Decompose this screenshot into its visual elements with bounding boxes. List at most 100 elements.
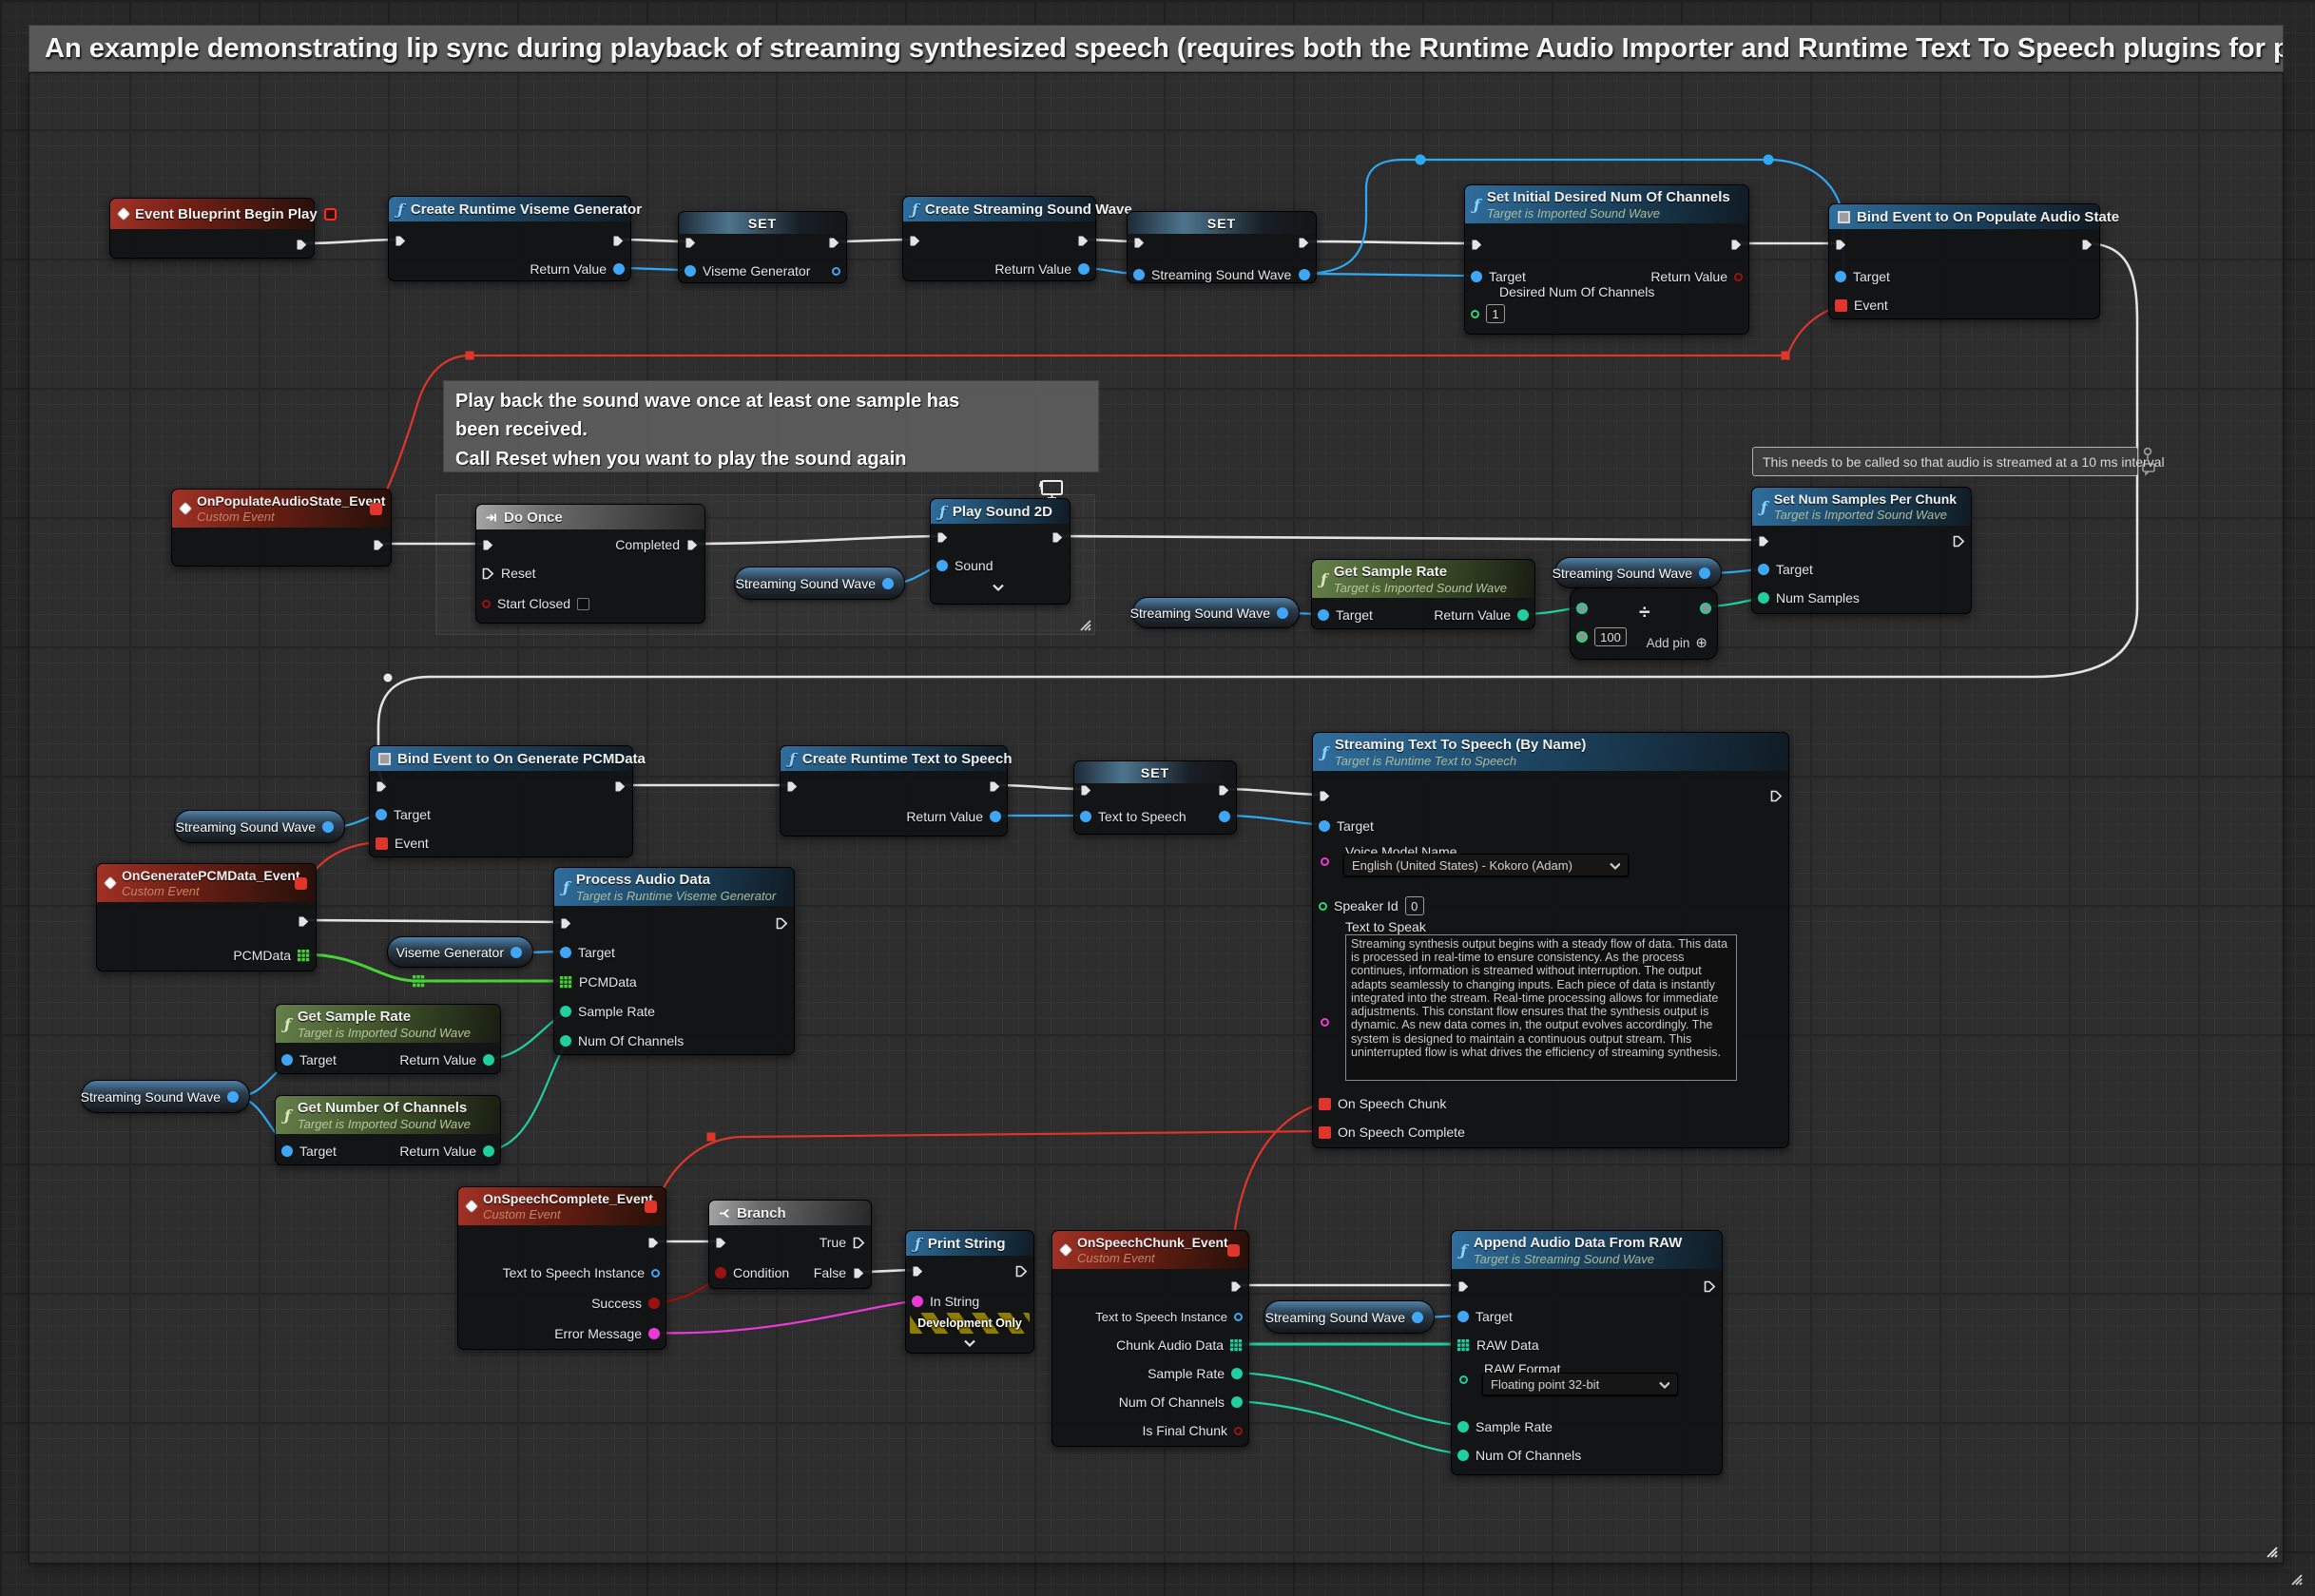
value-out-pin[interactable] [832, 267, 840, 276]
tts-instance-pin[interactable] [651, 1269, 660, 1278]
on-speech-complete-delegate-pin[interactable] [1319, 1126, 1331, 1139]
node-set-num-samples-per-chunk[interactable]: ƒ Set Num Samples Per ChunkTarget is Imp… [1751, 487, 1972, 614]
value-out-pin[interactable] [227, 1091, 239, 1103]
exec-out-pin[interactable] [1770, 790, 1783, 802]
node-append-audio-data-from-raw[interactable]: ƒ Append Audio Data From RAWTarget is St… [1451, 1230, 1723, 1475]
node-play-sound-2d[interactable]: ƒPlay Sound 2D Sound [930, 498, 1071, 605]
target-pin[interactable] [1457, 1311, 1469, 1322]
expand-chevron-icon[interactable] [992, 581, 1005, 593]
is-final-chunk-pin[interactable] [1234, 1427, 1243, 1435]
num-of-channels-pin[interactable] [1231, 1396, 1243, 1408]
exec-out-pin[interactable] [776, 917, 788, 930]
delegate-reroute-dot[interactable] [707, 1133, 716, 1142]
target-pin[interactable] [1758, 564, 1769, 575]
getter-streaming-sound-wave[interactable]: Streaming Sound Wave [1554, 557, 1722, 588]
exec-out-pin[interactable] [1230, 1280, 1243, 1293]
getter-streaming-sound-wave[interactable]: Streaming Sound Wave [174, 810, 345, 843]
target-pin[interactable] [1835, 271, 1846, 282]
value-out-pin[interactable] [1277, 607, 1288, 619]
note-bubble[interactable]: This needs to be called so that audio is… [1752, 447, 2138, 476]
node-do-once[interactable]: Do Once Completed Reset Start Closed [475, 504, 705, 624]
num-samples-pin[interactable] [1758, 592, 1769, 604]
node-create-runtime-text-to-speech[interactable]: ƒCreate Runtime Text to Speech Return Va… [780, 745, 1008, 836]
getter-streaming-sound-wave[interactable]: Streaming Sound Wave [1132, 597, 1300, 628]
node-set-streaming-sound-wave[interactable]: SET Streaming Sound Wave [1127, 211, 1317, 283]
sample-rate-pin[interactable] [560, 1006, 571, 1017]
exec-out-pin[interactable] [1704, 1280, 1716, 1293]
on-speech-chunk-delegate-pin[interactable] [1319, 1098, 1331, 1110]
value-out-pin[interactable] [1699, 567, 1710, 579]
num-of-channels-pin[interactable] [560, 1035, 571, 1047]
getter-streaming-sound-wave[interactable]: Streaming Sound Wave [734, 567, 905, 600]
node-bind-event-on-populate-audio-state[interactable]: Bind Event to On Populate Audio State Ta… [1828, 203, 2100, 319]
desired-num-pin[interactable] [1471, 310, 1479, 318]
node-streaming-text-to-speech[interactable]: ƒ Streaming Text To Speech (By Name)Targ… [1312, 732, 1789, 1148]
exec-out-pin[interactable] [296, 239, 308, 251]
value-out-pin[interactable] [1219, 811, 1230, 822]
sample-rate-pin[interactable] [1457, 1421, 1469, 1433]
node-on-speech-complete-event[interactable]: OnSpeechComplete_EventCustom Event Text … [457, 1186, 666, 1350]
array-reroute-dot[interactable] [413, 975, 424, 987]
node-branch[interactable]: Branch True Condition False [708, 1200, 872, 1289]
completed-exec-pin[interactable] [686, 539, 699, 551]
pcmdata-array-pin[interactable] [298, 950, 310, 962]
main-comment-title[interactable]: An example demonstrating lip sync during… [29, 25, 2284, 72]
in-string-pin[interactable] [912, 1296, 923, 1307]
desired-num-input[interactable]: 1 [1486, 304, 1505, 323]
event-delegate-pin[interactable] [376, 837, 388, 850]
event-delegate-pin[interactable] [1835, 299, 1847, 312]
sample-rate-pin[interactable] [1231, 1368, 1243, 1379]
panel-resize-grip[interactable] [2289, 1572, 2306, 1589]
sound-pin[interactable] [936, 560, 948, 571]
object-reroute-dot[interactable] [1764, 155, 1774, 165]
exec-out-pin[interactable] [373, 539, 385, 551]
false-exec-pin[interactable] [853, 1267, 865, 1279]
exec-out-pin[interactable] [614, 780, 627, 793]
speaker-id-input[interactable]: 0 [1405, 896, 1424, 915]
text-to-speak-input[interactable]: Streaming synthesis output begins with a… [1345, 934, 1737, 1081]
value-out-pin[interactable] [322, 821, 334, 833]
node-set-text-to-speech[interactable]: SET Text to Speech [1073, 760, 1237, 835]
node-on-populate-audio-state-event[interactable]: OnPopulateAudioState_EventCustom Event [171, 489, 392, 567]
node-print-string[interactable]: ƒPrint String In String Development Only [905, 1230, 1034, 1354]
exec-out-pin[interactable] [1051, 531, 1064, 544]
chunk-audio-array-pin[interactable] [1230, 1339, 1243, 1352]
start-closed-checkbox[interactable] [577, 598, 589, 610]
return-value-pin[interactable] [483, 1145, 494, 1157]
exec-out-pin[interactable] [1298, 237, 1310, 249]
node-set-viseme-generator[interactable]: SET Viseme Generator [678, 211, 847, 283]
exec-out-pin[interactable] [1015, 1265, 1028, 1278]
blueprint-canvas[interactable]: An example demonstrating lip sync during… [0, 0, 2315, 1596]
sub-box-resize-grip[interactable] [1078, 618, 1092, 632]
voice-model-name-pin[interactable] [1321, 857, 1329, 866]
value-out-pin[interactable] [882, 578, 894, 589]
true-exec-pin[interactable] [853, 1237, 865, 1249]
error-message-pin[interactable] [648, 1328, 660, 1339]
node-bind-event-on-generate-pcmdata[interactable]: Bind Event to On Generate PCMData Target… [369, 745, 633, 857]
node-set-initial-desired-num-of-channels[interactable]: ƒ Set Initial Desired Num Of ChannelsTar… [1464, 184, 1749, 335]
node-get-sample-rate[interactable]: ƒ Get Sample RateTarget is Imported Soun… [275, 1004, 501, 1074]
exec-reroute-dot[interactable] [384, 674, 393, 683]
delegate-reroute-dot[interactable] [466, 352, 474, 360]
target-pin[interactable] [560, 947, 571, 958]
getter-viseme-generator[interactable]: Viseme Generator [387, 936, 533, 968]
node-process-audio-data[interactable]: ƒ Process Audio DataTarget is Runtime Vi… [553, 867, 795, 1055]
reset-exec-pin[interactable] [482, 567, 494, 580]
exec-out-pin[interactable] [1218, 784, 1230, 797]
return-value-pin[interactable] [613, 263, 625, 275]
node-get-number-of-channels[interactable]: ƒ Get Number Of ChannelsTarget is Import… [275, 1095, 501, 1165]
divide-value-input[interactable]: 100 [1594, 627, 1627, 646]
exec-out-pin[interactable] [1953, 535, 1965, 548]
exec-out-pin[interactable] [612, 235, 625, 247]
playback-comment[interactable]: Play back the sound wave once at least o… [443, 380, 1099, 472]
value-out-pin[interactable] [1412, 1312, 1423, 1323]
getter-streaming-sound-wave[interactable]: Streaming Sound Wave [81, 1080, 250, 1113]
start-closed-pin[interactable] [482, 600, 491, 608]
return-value-pin[interactable] [483, 1054, 494, 1066]
node-on-speech-chunk-event[interactable]: OnSpeechChunk_EventCustom Event Text to … [1051, 1230, 1249, 1447]
raw-data-array-pin[interactable] [1457, 1339, 1470, 1352]
delegate-reroute-dot[interactable] [1782, 352, 1790, 360]
text-to-speak-pin[interactable] [1321, 1018, 1329, 1027]
exec-out-pin[interactable] [2081, 239, 2093, 251]
voice-model-dropdown[interactable]: English (United States) - Kokoro (Adam) [1343, 854, 1629, 876]
